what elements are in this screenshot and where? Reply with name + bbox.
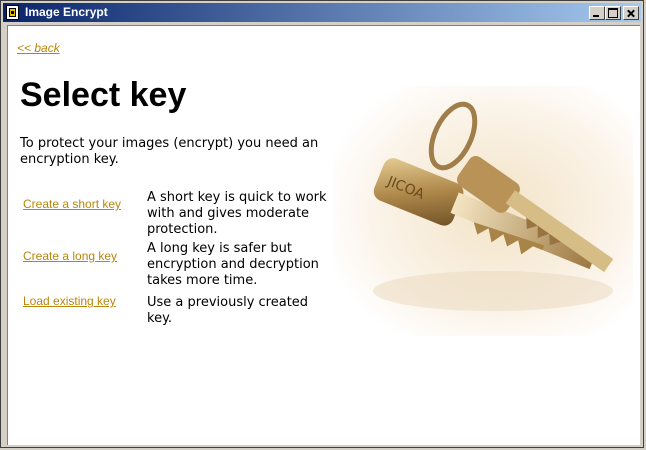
keys-image: JICOA — [333, 86, 633, 336]
app-window: Image Encrypt << back Select key To prot… — [0, 0, 644, 448]
minimize-button[interactable] — [589, 6, 605, 20]
close-button[interactable] — [623, 6, 639, 20]
title-bar[interactable]: Image Encrypt — [3, 3, 641, 22]
load-existing-key-link[interactable]: Load existing key — [23, 294, 116, 308]
content-pane: << back Select key To protect your image… — [7, 25, 640, 445]
page-title: Select key — [20, 76, 187, 114]
maximize-button[interactable] — [605, 6, 621, 20]
window-title: Image Encrypt — [25, 5, 108, 19]
app-icon — [6, 5, 19, 20]
intro-text: To protect your images (encrypt) you nee… — [20, 136, 319, 167]
existing-key-description: Use a previously created key. — [147, 295, 309, 326]
create-short-key-link[interactable]: Create a short key — [23, 197, 121, 211]
short-key-description: A short key is quick to work with and gi… — [147, 190, 327, 237]
long-key-description: A long key is safer but encryption and d… — [147, 241, 319, 288]
back-link[interactable]: << back — [17, 41, 60, 55]
create-long-key-link[interactable]: Create a long key — [23, 249, 117, 263]
